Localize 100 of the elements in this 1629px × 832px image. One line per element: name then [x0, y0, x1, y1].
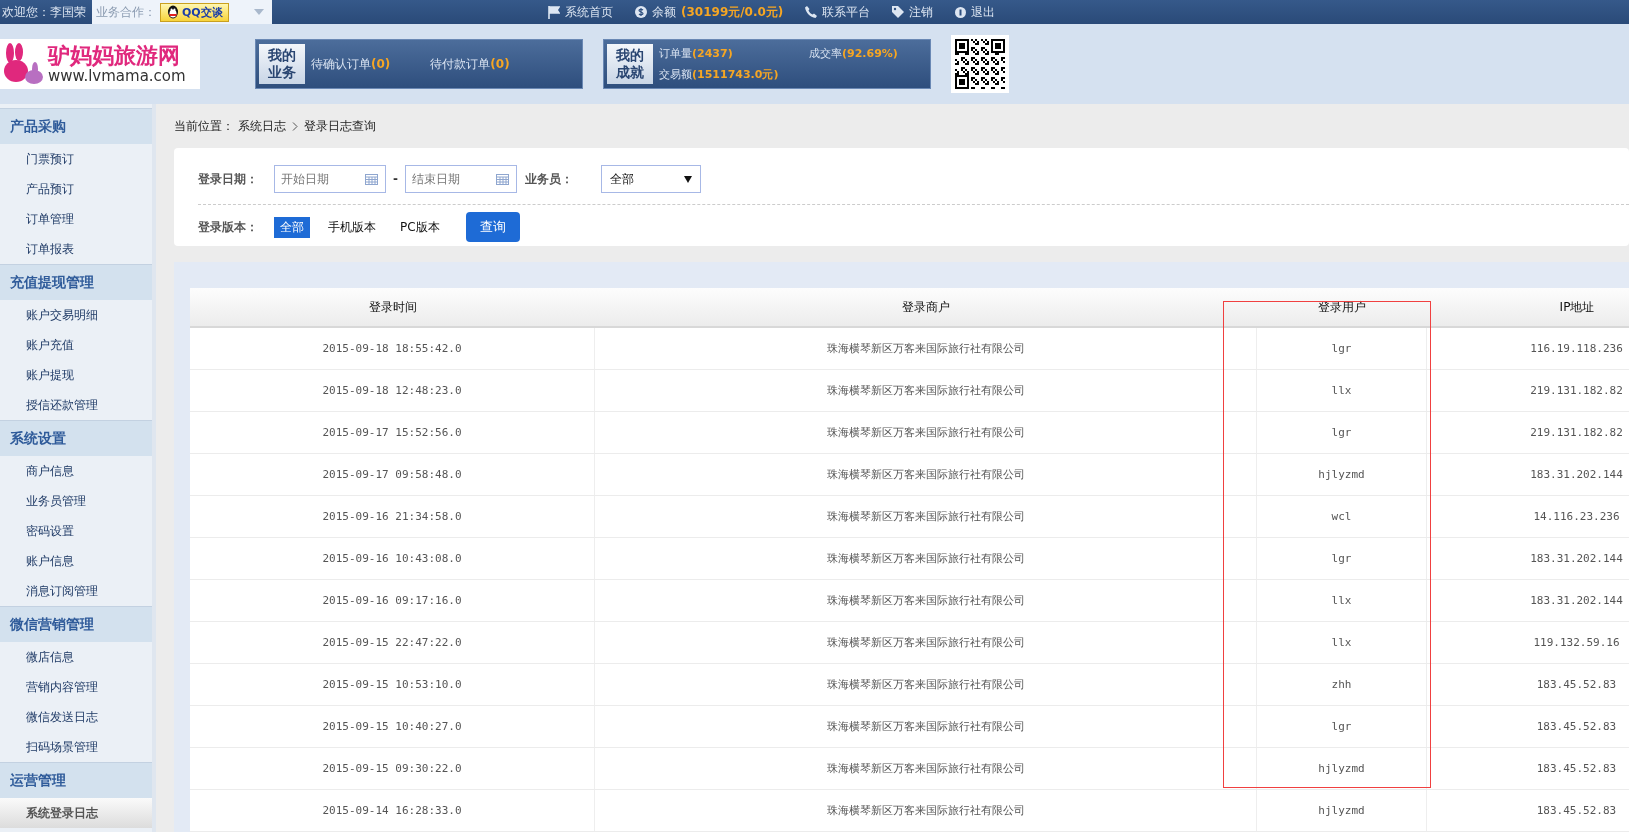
table-cell: wcl	[1257, 496, 1427, 537]
sidebar-item[interactable]: 消息订阅管理	[0, 576, 152, 606]
table-cell: 116.19.118.236	[1427, 328, 1629, 369]
version-option[interactable]: 手机版本	[322, 216, 382, 238]
sidebar-item[interactable]: 产品预订	[0, 174, 152, 204]
date-field[interactable]: 结束日期	[405, 165, 517, 193]
table-cell: hjlyzmd	[1257, 790, 1427, 831]
stat-text: 成交率(92.69%)	[809, 46, 899, 61]
tag-icon	[892, 6, 905, 18]
sidebar-item[interactable]: 微店信息	[0, 642, 152, 672]
sidebar-item[interactable]: 订单报表	[0, 234, 152, 264]
table-cell: 2015-09-17 09:58:48.0	[190, 454, 595, 495]
table-cell: 珠海横琴新区万客来国际旅行社有限公司	[595, 538, 1257, 579]
column-header: IP地址	[1558, 299, 1596, 316]
top-nav-link[interactable]: 注销	[892, 3, 934, 21]
table-cell: 2015-09-15 10:53:10.0	[190, 664, 595, 705]
table-cell: lgr	[1257, 538, 1427, 579]
top-nav-link[interactable]: 退出	[955, 3, 996, 21]
table-cell: 2015-09-16 09:17:16.0	[190, 580, 595, 621]
table-cell: 2015-09-18 18:55:42.0	[190, 328, 595, 369]
table-cell: llx	[1257, 580, 1427, 621]
table-cell: 珠海横琴新区万客来国际旅行社有限公司	[595, 328, 1257, 369]
sidebar-group-title[interactable]: 系统设置	[0, 420, 152, 456]
qr-code	[951, 35, 1009, 93]
stat-text: 交易额(1511743.0元)	[659, 67, 780, 82]
table-cell: llx	[1257, 370, 1427, 411]
table-cell: 183.31.202.144	[1427, 454, 1629, 495]
logo-title: 驴妈妈旅游网	[48, 44, 181, 67]
table-cell: 2015-09-15 22:47:22.0	[190, 622, 595, 663]
sidebar-item[interactable]: 门票预订	[0, 144, 152, 174]
sidebar-item[interactable]: 账户信息	[0, 546, 152, 576]
sidebar-group-title[interactable]: 微信营销管理	[0, 606, 152, 642]
table-cell: 2015-09-15 10:40:27.0	[190, 706, 595, 747]
donkey-logo-icon	[2, 43, 46, 85]
sidebar-group-title[interactable]: 充值提现管理	[0, 264, 152, 300]
table-cell: 2015-09-17 15:52:56.0	[190, 412, 595, 453]
table-cell: 183.31.202.144	[1427, 538, 1629, 579]
top-nav-link[interactable]: 系统首页	[548, 3, 613, 21]
sidebar-item[interactable]: 账户交易明细	[0, 300, 152, 330]
table-cell: hjlyzmd	[1257, 454, 1427, 495]
sidebar-group-title[interactable]: 运营管理	[0, 762, 152, 798]
field-label: 登录日期：	[198, 170, 259, 188]
sidebar-item[interactable]: 密码设置	[0, 516, 152, 546]
calendar-icon	[365, 173, 378, 185]
table-cell: 2015-09-16 21:34:58.0	[190, 496, 595, 537]
order-count-link[interactable]: 待确认订单(0)	[311, 55, 391, 73]
table-cell: 183.45.52.83	[1427, 748, 1629, 789]
sidebar-item[interactable]: 授信还款管理	[0, 390, 152, 420]
caret-icon	[684, 175, 692, 183]
breadcrumb-link[interactable]: 登录日志查询	[304, 117, 376, 135]
partner-field[interactable]: 业务合作： QQ交谈	[92, 0, 272, 24]
table-cell: 2015-09-15 09:30:22.0	[190, 748, 595, 789]
welcome-text: 欢迎您：李国荣	[1, 3, 86, 21]
flag-icon	[548, 5, 560, 19]
top-nav-link[interactable]: 联系平台	[805, 3, 871, 21]
table-cell: 219.131.182.82	[1427, 412, 1629, 453]
dollar-icon	[635, 6, 647, 18]
table-cell: lgr	[1257, 412, 1427, 453]
sidebar-item[interactable]: 微信发送日志	[0, 702, 152, 732]
field-label: 登录版本：	[198, 218, 259, 236]
info-icon	[955, 6, 967, 18]
table-cell: 219.131.182.82	[1427, 370, 1629, 411]
table-cell: zhh	[1257, 664, 1427, 705]
site-logo[interactable]: 驴妈妈旅游网 www.lvmama.com	[0, 39, 200, 89]
sidebar-item[interactable]: 营销内容管理	[0, 672, 152, 702]
table-cell: llx	[1257, 622, 1427, 663]
order-count-link[interactable]: 待付款订单(0)	[430, 55, 510, 73]
version-option[interactable]: 全部	[274, 216, 310, 238]
table-cell: 14.116.23.236	[1427, 496, 1629, 537]
table-cell: 珠海横琴新区万客来国际旅行社有限公司	[595, 748, 1257, 789]
version-option[interactable]: PC版本	[394, 216, 446, 238]
table-cell: lgr	[1257, 328, 1427, 369]
table-cell: 183.45.52.83	[1427, 664, 1629, 705]
sidebar-item[interactable]: 业务员管理	[0, 486, 152, 516]
table-cell: 183.31.202.144	[1427, 580, 1629, 621]
staff-select[interactable]: 全部	[601, 165, 701, 193]
chevron-right-icon	[292, 121, 298, 131]
qq-chat-button[interactable]: QQ交谈	[160, 2, 229, 22]
date-field[interactable]: 开始日期	[274, 165, 386, 193]
logo-url: www.lvmama.com	[48, 68, 186, 84]
sidebar-group-title[interactable]: 产品采购	[0, 108, 152, 144]
sidebar-item[interactable]: 账户提现	[0, 360, 152, 390]
table-cell: hjlyzmd	[1257, 748, 1427, 789]
query-button[interactable]: 查询	[465, 212, 520, 242]
sidebar-item[interactable]: 商户信息	[0, 456, 152, 486]
stat-text: 订单量(2437)	[659, 46, 734, 61]
breadcrumb-link[interactable]: 系统日志	[238, 117, 286, 135]
sidebar-item[interactable]: 扫码场景管理	[0, 732, 152, 762]
top-nav-link[interactable]: 余额 (30199元/0.0元)	[635, 3, 784, 21]
phone-icon	[805, 6, 818, 18]
sidebar-item[interactable]: 订单管理	[0, 204, 152, 234]
calendar-icon	[496, 173, 509, 185]
table-cell: 珠海横琴新区万客来国际旅行社有限公司	[595, 496, 1257, 537]
sidebar-item[interactable]: 系统登录日志	[0, 798, 152, 828]
range-dash: -	[393, 172, 398, 186]
sidebar-item[interactable]: 账户充值	[0, 330, 152, 360]
panel-title: 我的 业务	[259, 44, 305, 84]
table-cell: 2015-09-16 10:43:08.0	[190, 538, 595, 579]
table-cell: 119.132.59.16	[1427, 622, 1629, 663]
table-cell: 珠海横琴新区万客来国际旅行社有限公司	[595, 790, 1257, 831]
